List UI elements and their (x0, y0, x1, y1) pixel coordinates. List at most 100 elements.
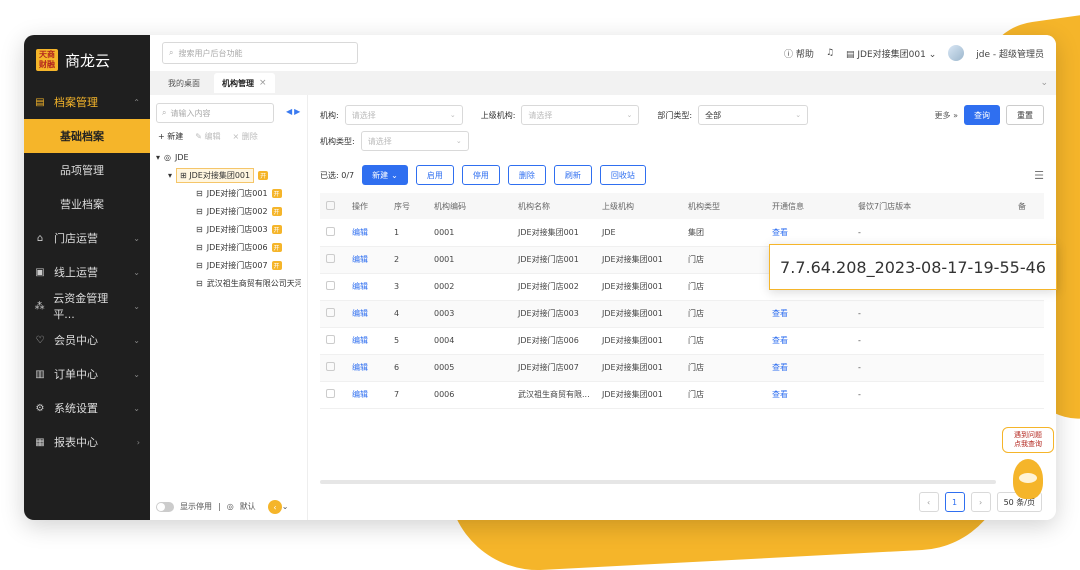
cell-extra (1012, 354, 1044, 382)
tree-node-store[interactable]: ⊟ JDE对接门店001 开 (156, 184, 301, 202)
avatar[interactable] (948, 45, 965, 61)
edit-link[interactable]: 编辑 (346, 273, 388, 301)
tree-node-text: JDE对接集团001 (189, 170, 251, 180)
row-select-cell[interactable] (320, 327, 346, 355)
refresh-button[interactable]: 刷新 (553, 165, 592, 185)
page-number[interactable]: 1 (944, 492, 965, 512)
help-link[interactable]: ⓘ 帮助 (784, 47, 814, 60)
chevron-down-icon: ⌄ (455, 137, 462, 145)
select-all-checkbox[interactable] (326, 200, 335, 210)
user-name[interactable]: jde - 超级管理员 (976, 47, 1044, 60)
row-checkbox[interactable] (326, 308, 335, 317)
sidebar-item-business-archive[interactable]: 营业档案 (24, 187, 150, 221)
sidebar-item-report[interactable]: ▦ 报表中心 › (24, 425, 150, 459)
mascot-icon[interactable] (1013, 459, 1043, 499)
reset-button[interactable]: 重置 (1006, 105, 1044, 125)
edit-link[interactable]: 编辑 (346, 327, 388, 355)
sidebar-item-member[interactable]: ♡ 会员中心 ⌄ (24, 323, 150, 357)
filter-org-type-select[interactable]: 请选择 ⌄ (360, 131, 469, 151)
row-checkbox[interactable] (326, 389, 335, 398)
row-select-cell[interactable] (320, 219, 346, 247)
tree-nav-arrows[interactable]: ◀▶ (286, 107, 302, 116)
tree-node-store[interactable]: ⊟ JDE对接门店007 开 (156, 256, 301, 274)
enable-button[interactable]: 启用 (415, 165, 454, 185)
tree-edit-label: 编辑 (204, 132, 221, 141)
sidebar-item-archive[interactable]: ▤ 档案管理 ⌃ (24, 85, 150, 119)
tree-edit-button[interactable]: ✎ 编辑 (195, 131, 220, 142)
prev-page-button[interactable]: ‹ (918, 492, 939, 512)
tree-node-store[interactable]: ⊟ JDE对接门店006 开 (156, 238, 301, 256)
filter-org-select[interactable]: 请选择 ⌄ (344, 105, 463, 125)
select-all-header[interactable] (320, 193, 346, 219)
tree-node-store[interactable]: ⊟ JDE对接门店002 开 (156, 202, 301, 220)
horizontal-scrollbar[interactable] (320, 480, 996, 484)
table-row[interactable]: 编辑 4 0003 JDE对接门店003 JDE对接集团001 门店 查看 - (320, 300, 1044, 328)
table-row[interactable]: 编辑 7 0006 武汉祖生商贸有限... JDE对接集团001 门店 查看 - (320, 381, 1044, 409)
tree-delete-label: 删除 (241, 132, 258, 141)
edit-link[interactable]: 编辑 (346, 381, 388, 409)
sidebar-item-settings[interactable]: ⚙ 系统设置 ⌄ (24, 391, 150, 425)
new-button[interactable]: 新建 ⌄ (362, 165, 408, 185)
sort-select[interactable]: 默认 (240, 501, 256, 512)
table-row[interactable]: 编辑 1 0001 JDE对接集团001 JDE 集团 查看 - (320, 219, 1044, 247)
tree-node-group[interactable]: ▾ ⊞ JDE对接集团001 开 (156, 166, 301, 184)
org-switcher[interactable]: ▤ JDE对接集团001 ⌄ (846, 47, 936, 60)
search-icon: ⌕ (169, 48, 174, 57)
tree-node-store[interactable]: ⊟ JDE对接门店003 开 (156, 220, 301, 238)
sidebar-item-store-ops[interactable]: ⌂ 门店运营 ⌄ (24, 221, 150, 255)
filter-parent-select[interactable]: 请选择 ⌄ (521, 105, 640, 125)
sidebar-item-order[interactable]: ▥ 订单中心 ⌄ (24, 357, 150, 391)
edit-link[interactable]: 编辑 (346, 246, 388, 274)
view-link[interactable]: 查看 (766, 354, 852, 382)
query-button[interactable]: 查询 (964, 105, 1000, 125)
row-checkbox[interactable] (326, 281, 335, 290)
cell-type: 门店 (682, 327, 766, 355)
tree-node-store[interactable]: ⊟ 武汉祖生商贸有限公司天河 (156, 274, 301, 292)
row-checkbox[interactable] (326, 254, 335, 263)
chevron-down-icon[interactable]: ⌄ (1040, 78, 1048, 88)
tab-org-management[interactable]: 机构管理 × (214, 73, 275, 93)
row-select-cell[interactable] (320, 300, 346, 328)
help-assistant[interactable]: 遇到问题 点我查询 (1002, 427, 1054, 499)
row-select-cell[interactable] (320, 381, 346, 409)
view-link[interactable]: 查看 (766, 219, 852, 247)
disable-button[interactable]: 停用 (461, 165, 500, 185)
status-badge: 开 (271, 188, 282, 198)
edit-link[interactable]: 编辑 (346, 354, 388, 382)
sidebar-item-fund[interactable]: ⁂ 云资金管理平... ⌄ (24, 289, 150, 323)
row-checkbox[interactable] (326, 335, 335, 344)
table-row[interactable]: 编辑 5 0004 JDE对接门店006 JDE对接集团001 门店 查看 - (320, 327, 1044, 355)
tree-node-root[interactable]: ▾ ◎ JDE (156, 148, 301, 166)
collapse-sidebar-button[interactable]: ‹ (268, 500, 282, 514)
row-select-cell[interactable] (320, 354, 346, 382)
global-search-input[interactable]: ⌕ 搜索用户后台功能 (162, 42, 358, 64)
more-filters-button[interactable]: 更多 » (935, 110, 958, 121)
view-link[interactable]: 查看 (766, 327, 852, 355)
next-page-button[interactable]: › (970, 492, 991, 512)
edit-link[interactable]: 编辑 (346, 219, 388, 247)
sidebar-item-online-ops[interactable]: ▣ 线上运营 ⌄ (24, 255, 150, 289)
tree-new-button[interactable]: + 新建 (158, 131, 183, 142)
sidebar-item-basic-archive[interactable]: 基础档案 (24, 119, 150, 153)
show-disabled-toggle[interactable] (156, 501, 174, 512)
row-checkbox[interactable] (326, 226, 335, 236)
row-select-cell[interactable] (320, 273, 346, 301)
filter-dept-type-select[interactable]: 全部 ⌄ (698, 105, 809, 125)
recycle-bin-button[interactable]: 回收站 (599, 165, 646, 185)
row-checkbox[interactable] (326, 362, 335, 371)
top-bar: ⌕ 搜索用户后台功能 ⓘ 帮助 ♫ ▤ JDE对接集团001 ⌄ jde - 超… (150, 35, 1056, 71)
column-settings-icon[interactable]: ☰ (1034, 169, 1044, 182)
sidebar-item-product[interactable]: 品项管理 (24, 153, 150, 187)
view-link[interactable]: 查看 (766, 300, 852, 328)
view-link[interactable]: 查看 (766, 381, 852, 409)
table-row[interactable]: 编辑 6 0005 JDE对接门店007 JDE对接集团001 门店 查看 - (320, 354, 1044, 382)
delete-button[interactable]: 删除 (507, 165, 546, 185)
bell-icon[interactable]: ♫ (826, 48, 834, 58)
tree-delete-button[interactable]: × 删除 (233, 131, 258, 142)
close-icon[interactable]: × (259, 78, 267, 88)
row-select-cell[interactable] (320, 246, 346, 274)
tab-desktop[interactable]: 我的桌面 (160, 73, 208, 93)
tree-search-input[interactable]: ⌕ 请输入内容 (156, 103, 274, 123)
edit-link[interactable]: 编辑 (346, 300, 388, 328)
help-bubble[interactable]: 遇到问题 点我查询 (1002, 427, 1054, 453)
